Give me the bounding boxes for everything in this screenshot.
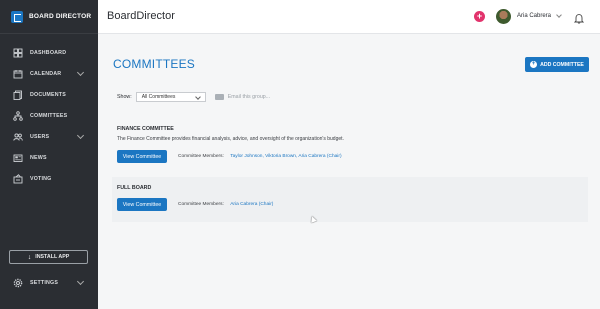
user-name[interactable]: Aria Cabrera: [517, 13, 551, 19]
view-committee-button[interactable]: View Committee: [117, 150, 167, 163]
page-title: COMMITTEES: [113, 57, 195, 71]
chevron-down-icon[interactable]: [76, 68, 85, 77]
main-content: COMMITTEES + ADD COMMITTEE Show: All Com…: [98, 34, 600, 309]
committee-members: Committee Members: Aria Cabrera (Chair): [178, 202, 273, 207]
members-links[interactable]: Aria Cabrera (Chair): [230, 202, 273, 207]
view-committee-button[interactable]: View Committee: [117, 198, 167, 211]
sidebar-item-label: COMMITTEES: [30, 112, 68, 119]
brand-name: BOARD DIRECTOR: [29, 13, 92, 20]
users-icon: [13, 132, 23, 142]
voting-icon: [13, 173, 23, 184]
install-app-button[interactable]: ↓ INSTALL APP: [9, 250, 88, 264]
calendar-icon: [13, 69, 23, 79]
members-label: Committee Members:: [178, 202, 224, 207]
add-committee-label: ADD COMMITTEE: [540, 61, 584, 68]
boarddirector-logo-icon: [11, 10, 23, 23]
sidebar-item-settings[interactable]: SETTINGS: [0, 272, 98, 293]
sidebar-nav: DASHBOARD CALENDAR DOCUMENTS COMMITTEES: [0, 42, 98, 189]
add-committee-button[interactable]: + ADD COMMITTEE: [525, 57, 589, 72]
avatar[interactable]: [496, 9, 511, 24]
sidebar-item-label: DASHBOARD: [30, 49, 67, 56]
top-bar: BoardDirector + Aria Cabrera: [98, 0, 600, 34]
committee-card: FINANCE COMMITTEE The Finance Committee …: [112, 119, 588, 169]
sidebar: BOARD DIRECTOR DASHBOARD CALENDAR DOCUME…: [0, 0, 98, 309]
install-app-label: INSTALL APP: [35, 254, 70, 260]
dashboard-icon: [13, 48, 23, 58]
news-icon: [13, 153, 23, 163]
sidebar-item-news[interactable]: NEWS: [0, 147, 98, 168]
members-links[interactable]: Taylor Johnson, Viktoria Brown, Aria Cab…: [230, 154, 341, 159]
chevron-down-icon[interactable]: [556, 12, 562, 18]
committee-card: FULL BOARD View Committee Committee Memb…: [112, 177, 588, 222]
committees-icon: [13, 110, 23, 121]
documents-icon: [13, 90, 23, 100]
filter-bar: Show: All Committees Email this group...: [117, 92, 270, 102]
sidebar-item-label: USERS: [30, 133, 50, 140]
plus-icon: +: [530, 61, 538, 68]
sidebar-settings: SETTINGS: [0, 272, 98, 293]
sidebar-item-dashboard[interactable]: DASHBOARD: [0, 42, 98, 63]
chevron-down-icon[interactable]: [76, 277, 85, 286]
sidebar-item-label: NEWS: [30, 154, 47, 161]
gear-icon: [13, 278, 23, 288]
sidebar-item-label: SETTINGS: [30, 279, 59, 286]
bell-icon[interactable]: [573, 11, 585, 24]
quick-add-icon[interactable]: +: [474, 11, 485, 22]
committee-members: Committee Members: Taylor Johnson, Vikto…: [178, 154, 342, 159]
committee-name: FINANCE COMMITTEE: [117, 126, 174, 132]
brand[interactable]: BOARD DIRECTOR: [0, 0, 98, 34]
committee-name: FULL BOARD: [117, 185, 152, 191]
members-label: Committee Members:: [178, 154, 224, 159]
sidebar-item-voting[interactable]: VOTING: [0, 168, 98, 189]
committee-filter-select[interactable]: All Committees: [135, 92, 206, 102]
sidebar-item-label: CALENDAR: [30, 70, 62, 77]
download-icon: ↓: [27, 253, 32, 261]
sidebar-item-committees[interactable]: COMMITTEES: [0, 105, 98, 126]
sidebar-item-label: VOTING: [30, 175, 52, 182]
chevron-down-icon[interactable]: [76, 131, 85, 140]
sidebar-item-calendar[interactable]: CALENDAR: [0, 63, 98, 84]
app-title: BoardDirector: [107, 10, 175, 22]
mail-icon[interactable]: [214, 94, 224, 100]
show-label: Show:: [117, 94, 132, 100]
sidebar-item-label: DOCUMENTS: [30, 91, 66, 98]
sidebar-item-users[interactable]: USERS: [0, 126, 98, 147]
sidebar-item-documents[interactable]: DOCUMENTS: [0, 84, 98, 105]
committee-description: The Finance Committee provides financial…: [117, 136, 344, 142]
email-group-link[interactable]: Email this group...: [228, 94, 270, 100]
